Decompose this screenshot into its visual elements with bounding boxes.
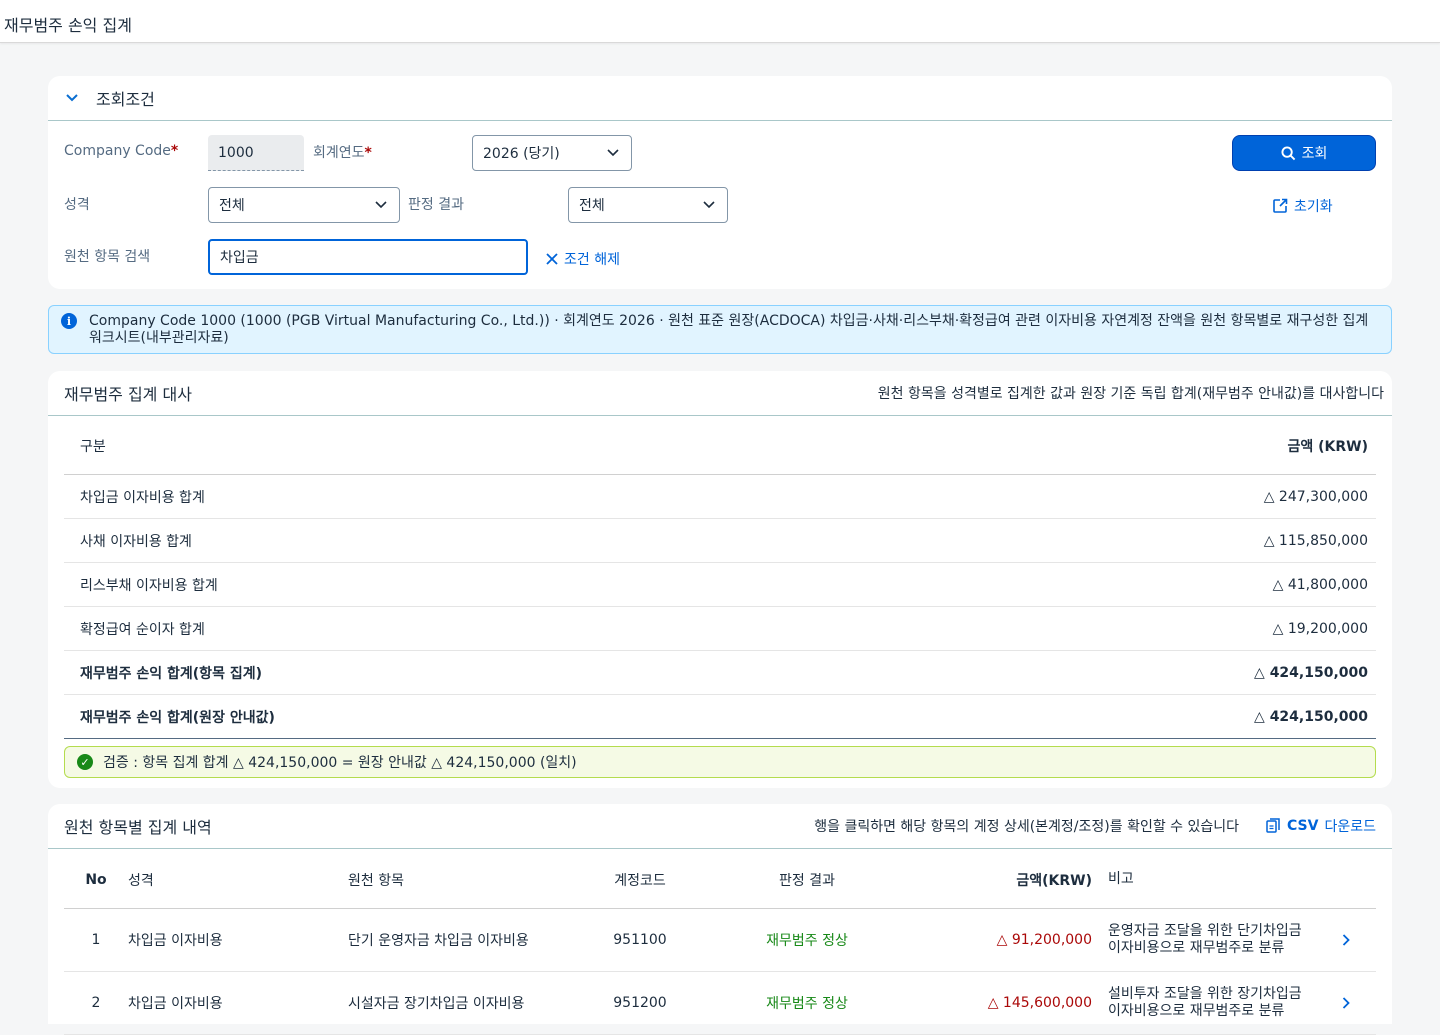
summary-table-header: 구분 금액 (KRW): [64, 417, 1376, 475]
summary-header: 재무범주 집계 대사 원천 항목을 성격별로 집계한 값과 원장 기준 독립 합…: [48, 371, 1392, 416]
clear-filter-button[interactable]: 조건 해제: [546, 249, 620, 269]
reset-icon: [1273, 198, 1288, 213]
status-text: 재무범주 정상: [766, 933, 848, 949]
fiscal-year-label: 회계연도*: [313, 145, 372, 161]
check-icon: ✓: [77, 754, 93, 770]
chevron-down-icon: [373, 197, 389, 213]
summary-table: 구분 금액 (KRW) 차입금 이자비용 합계 △ 247,300,000 사채 …: [64, 417, 1376, 739]
info-message: i Company Code 1000 (1000 (PGB Virtual M…: [48, 305, 1392, 354]
filter-panel: 조회조건 Company Code* 1000 회계연도* 2026 (당기) …: [48, 76, 1392, 289]
table-row[interactable]: 1 차입금 이자비용 단기 운영자금 차입금 이자비용 951100 재무범주 …: [64, 909, 1376, 972]
nature-label: 성격: [64, 197, 90, 213]
search-button[interactable]: 조회: [1232, 135, 1376, 171]
export-icon: [1266, 818, 1280, 833]
search-input[interactable]: 차입금: [208, 239, 528, 275]
nature-select[interactable]: 전체: [208, 187, 400, 223]
info-icon: i: [61, 313, 77, 329]
table-row: 차입금 이자비용 합계 △ 247,300,000: [64, 475, 1376, 519]
detail-table-header: No 성격 원천 항목 계정코드 판정 결과 금액(KRW) 비고: [64, 851, 1376, 909]
detail-hint: 행을 클릭하면 해당 항목의 계정 상세(본계정/조정)를 확인할 수 있습니다: [814, 819, 1240, 835]
csv-download-button[interactable]: CSV 다운로드: [1265, 816, 1376, 836]
table-row: 확정급여 순이자 합계 △ 19,200,000: [64, 607, 1376, 651]
chevron-down-icon: [605, 145, 621, 161]
info-text: Company Code 1000 (1000 (PGB Virtual Man…: [89, 313, 1369, 346]
status-text: 재무범주 정상: [766, 996, 848, 1012]
filter-title: 조회조건: [96, 90, 155, 109]
summary-subtitle: 원천 항목을 성격별로 집계한 값과 원장 기준 독립 합계(재무범주 안내값)…: [877, 386, 1384, 402]
summary-title: 재무범주 집계 대사: [64, 385, 192, 404]
judgment-label: 판정 결과: [408, 197, 464, 213]
detail-header: 원천 항목별 집계 내역 행을 클릭하면 해당 항목의 계정 상세(본계정/조정…: [48, 804, 1392, 849]
search-label: 원천 항목 검색: [64, 249, 151, 265]
chevron-down-icon: [701, 197, 717, 213]
table-row[interactable]: 2 차입금 이자비용 시설자금 장기차입금 이자비용 951200 재무범주 정…: [64, 972, 1376, 1035]
company-code-field: 1000: [208, 135, 304, 171]
chevron-right-icon[interactable]: [1316, 997, 1376, 1009]
filter-header[interactable]: 조회조건: [48, 76, 1392, 121]
shell-bar: 재무범주 손익 집계: [0, 0, 1440, 43]
table-row: 사채 이자비용 합계 △ 115,850,000: [64, 519, 1376, 563]
company-code-label: Company Code*: [64, 143, 179, 159]
chevron-right-icon[interactable]: [1316, 934, 1376, 946]
summary-panel: 재무범주 집계 대사 원천 항목을 성격별로 집계한 값과 원장 기준 독립 합…: [48, 371, 1392, 788]
chevron-down-icon[interactable]: [60, 86, 84, 110]
detail-panel: 원천 항목별 집계 내역 행을 클릭하면 해당 항목의 계정 상세(본계정/조정…: [48, 804, 1392, 1035]
detail-table: No 성격 원천 항목 계정코드 판정 결과 금액(KRW) 비고 1 차입금 …: [64, 851, 1376, 1035]
detail-title: 원천 항목별 집계 내역: [64, 818, 212, 837]
validation-message: ✓ 검증 : 항목 집계 합계 △ 424,150,000 = 원장 안내값 △…: [64, 746, 1376, 778]
reset-button[interactable]: 초기화: [1272, 196, 1333, 216]
fiscal-year-select[interactable]: 2026 (당기): [472, 135, 632, 171]
search-icon: [1281, 145, 1295, 160]
close-icon: [546, 253, 558, 265]
page-title: 재무범주 손익 집계: [4, 16, 132, 35]
judgment-select[interactable]: 전체: [568, 187, 728, 223]
table-row: 리스부채 이자비용 합계 △ 41,800,000: [64, 563, 1376, 607]
table-row-total-items: 재무범주 손익 합계(항목 집계) △ 424,150,000: [64, 651, 1376, 695]
table-row-total-ledger: 재무범주 손익 합계(원장 안내값) △ 424,150,000: [64, 695, 1376, 739]
